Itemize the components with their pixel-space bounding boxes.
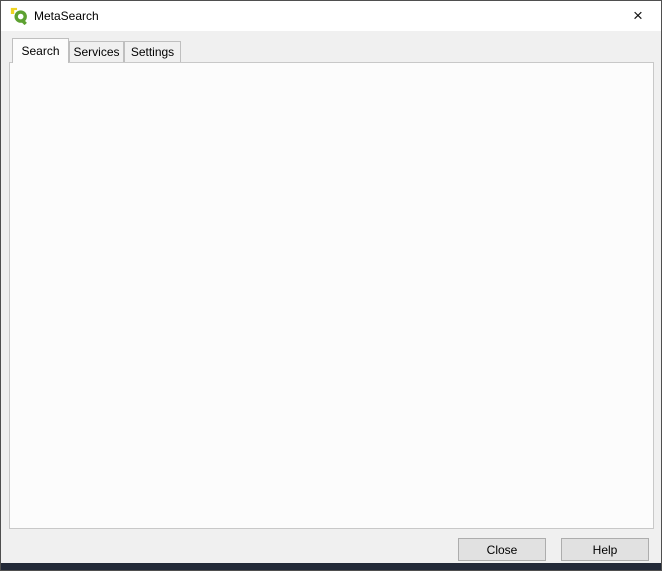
background-window-edge bbox=[1, 563, 661, 570]
close-icon[interactable]: × bbox=[615, 1, 661, 31]
metasearch-dialog: MetaSearch × Search Services Settings Fi… bbox=[0, 0, 662, 571]
window-title: MetaSearch bbox=[34, 9, 99, 23]
close-button[interactable]: Close bbox=[458, 538, 546, 561]
tab-search[interactable]: Search bbox=[12, 38, 69, 63]
tab-services[interactable]: Services bbox=[69, 41, 124, 62]
help-button[interactable]: Help bbox=[561, 538, 649, 561]
qgis-logo-icon bbox=[10, 7, 28, 25]
titlebar[interactable]: MetaSearch × bbox=[1, 1, 661, 31]
search-tab-page bbox=[9, 62, 654, 529]
tab-settings[interactable]: Settings bbox=[124, 41, 181, 62]
